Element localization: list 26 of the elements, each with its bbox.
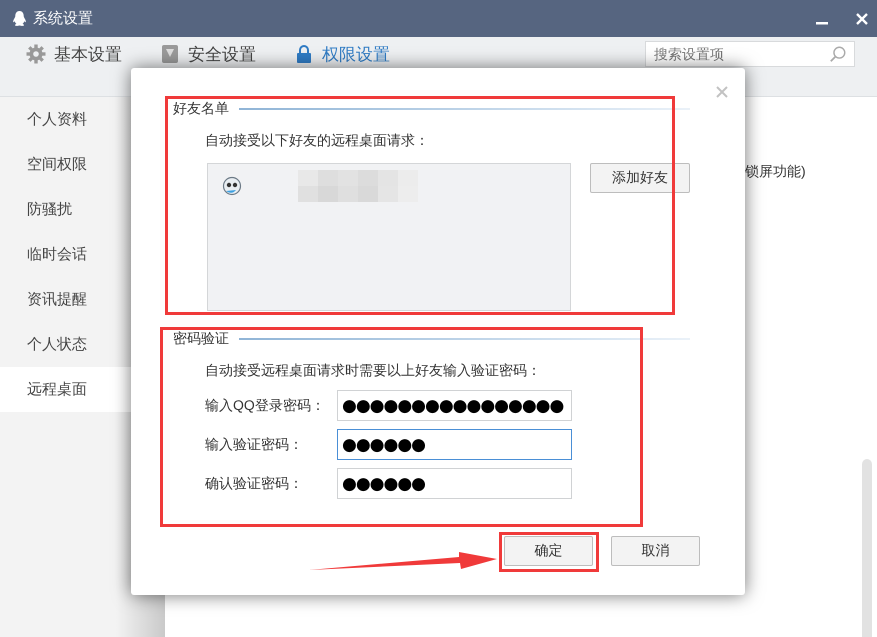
field-label: 输入验证密码：	[205, 436, 304, 454]
scrollbar-thumb[interactable]	[862, 459, 872, 637]
add-friend-button[interactable]: 添加好友	[590, 163, 690, 193]
dialog-button[interactable]: 确定	[504, 536, 593, 566]
description-text: 自动接受以下好友的远程桌面请求：	[205, 132, 430, 150]
friend-list[interactable]	[207, 163, 571, 311]
dialog-button[interactable]: 取消	[611, 536, 700, 566]
password-field[interactable]: ●●●●●●	[337, 468, 572, 499]
section-title: 密码验证	[173, 330, 229, 348]
description-text: 自动接受远程桌面请求时需要以上好友输入验证密码：	[205, 362, 542, 380]
settings-tab[interactable]: 安全设置	[160, 41, 256, 67]
search-field[interactable]: 搜索设置项	[645, 41, 855, 67]
option-label: 锁屏功能)	[745, 163, 806, 181]
field-label: 确认验证密码：	[205, 474, 304, 492]
search-icon	[829, 45, 847, 63]
field-label: 输入QQ登录密码：	[205, 396, 326, 414]
settings-tab[interactable]: 权限设置	[294, 41, 390, 67]
lock-icon	[294, 44, 314, 64]
penguin-icon	[12, 10, 27, 27]
window-title: 系统设置	[33, 9, 93, 28]
password-field[interactable]: ●●●●●●	[337, 429, 572, 460]
gear-icon	[26, 44, 46, 64]
settings-tab[interactable]: 基本设置	[26, 41, 122, 67]
section-title: 好友名单	[173, 100, 229, 118]
avatar-icon	[222, 176, 242, 196]
password-field[interactable]: ●●●●●●●●●●●●●●●●	[337, 390, 572, 421]
